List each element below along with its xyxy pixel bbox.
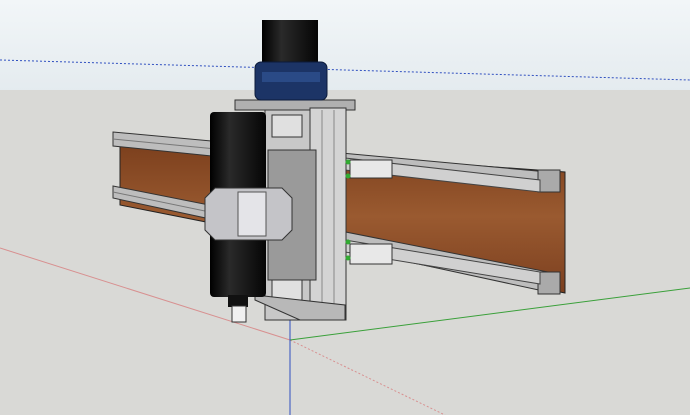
spindle-clamp-front <box>237 191 267 237</box>
motor-mount-ring <box>262 72 320 82</box>
top-bearing-block <box>271 114 303 138</box>
sky <box>0 0 690 92</box>
green-screw <box>345 239 351 245</box>
model-canvas[interactable] <box>0 0 690 415</box>
top-rail-end <box>537 169 561 193</box>
green-screw <box>345 255 351 261</box>
bottom-rail-end <box>537 271 561 295</box>
stepper-motor <box>262 20 318 68</box>
spindle-nose <box>228 295 248 307</box>
upper-carriage <box>349 159 393 179</box>
spindle-collet <box>231 305 247 323</box>
green-screw <box>345 173 351 179</box>
lower-carriage <box>349 243 393 265</box>
3d-viewport[interactable] <box>0 0 690 415</box>
green-screw <box>345 159 351 165</box>
